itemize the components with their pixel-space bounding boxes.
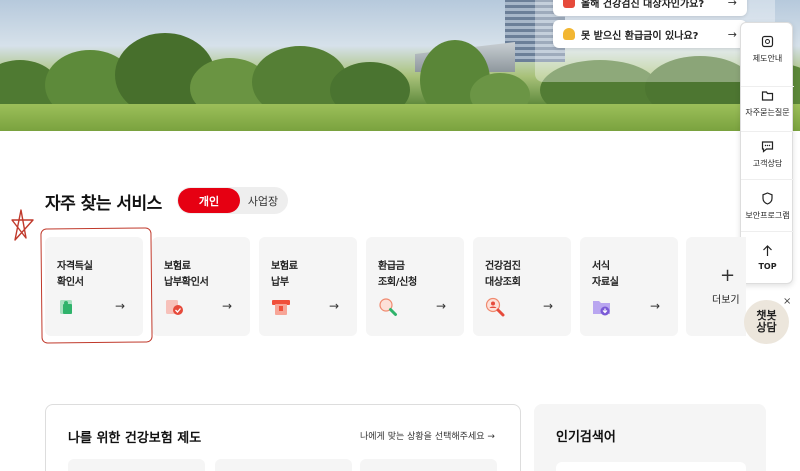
quick-menu: 제도안내 자주묻는질문 고객상담 보안프로그램 TOP	[740, 22, 794, 284]
quick-item-label: 보안프로그램	[745, 211, 790, 220]
arrow-right-icon: →	[436, 299, 447, 313]
service-card-refund[interactable]: 환급금 조회/신청 →	[366, 237, 464, 336]
chat-bubble-icon	[761, 141, 774, 153]
search-refund-icon	[379, 298, 397, 316]
popular-search-panel: 인기검색어	[534, 404, 766, 471]
close-icon[interactable]: ×	[783, 296, 791, 307]
tab-business[interactable]: 사업장	[240, 188, 286, 213]
arrow-right-icon: →	[543, 299, 554, 313]
chatbot-label-line2: 상담	[756, 321, 777, 334]
plus-icon: +	[720, 265, 736, 286]
program-card[interactable]	[360, 459, 497, 471]
card-label-line2: 납부확인서	[164, 277, 209, 288]
quick-item-label: TOP	[758, 262, 777, 271]
lawn	[0, 104, 800, 131]
service-card-premium-payment[interactable]: 보험료 납부 →	[259, 237, 357, 336]
card-label-line1: 건강검진	[485, 261, 521, 272]
info-doc-icon	[761, 35, 774, 48]
quick-item-label: 자주묻는질문	[745, 108, 790, 117]
card-label-line1: 서식	[592, 261, 610, 272]
tab-individual[interactable]: 개인	[178, 188, 240, 213]
quick-item-top[interactable]: TOP	[741, 232, 794, 284]
arrow-right-icon: →	[727, 27, 737, 41]
card-label-line2: 대상조회	[485, 277, 521, 288]
section-title: 자주 찾는 서비스	[45, 194, 162, 214]
popular-search-list[interactable]	[556, 462, 746, 471]
arrow-right-icon: →	[222, 299, 233, 313]
more-label: 더보기	[712, 295, 740, 306]
annotation-highlight-box	[40, 227, 153, 344]
card-label-line1: 보험료	[164, 261, 191, 272]
quick-item-faq[interactable]: 자주묻는질문	[741, 87, 794, 132]
arrow-right-icon: →	[650, 299, 661, 313]
heart-icon	[563, 0, 575, 8]
service-card-premium-certificate[interactable]: 보험료 납부확인서 →	[152, 237, 250, 336]
program-card[interactable]	[68, 459, 205, 471]
arrow-right-icon: →	[329, 299, 340, 313]
service-card-more[interactable]: + 더보기	[686, 237, 746, 336]
folder-download-icon	[593, 301, 610, 316]
service-card-checkup-target[interactable]: 건강검진 대상조회 →	[473, 237, 571, 336]
arrow-right-icon: →	[727, 0, 737, 9]
card-label-line1: 보험료	[271, 261, 298, 272]
audience-toggle: 개인 사업장	[177, 187, 288, 214]
shield-icon	[762, 192, 773, 205]
panel-title: 인기검색어	[556, 430, 616, 445]
quick-item-consult[interactable]: 고객상담	[741, 132, 794, 180]
health-insurance-panel: 나를 위한 건강보험 제도 나에게 맞는 상황을 선택해주세요 →	[45, 404, 521, 471]
folder-question-icon	[761, 91, 774, 101]
quick-item-label: 제도안내	[752, 54, 783, 63]
payment-check-icon	[166, 300, 183, 315]
quick-item-security[interactable]: 보안프로그램	[741, 180, 794, 232]
panel-title: 나를 위한 건강보험 제도	[68, 431, 202, 446]
quick-item-label: 고객상담	[752, 159, 783, 168]
notice-text: 못 받으신 환급금이 있나요?	[581, 30, 699, 42]
service-card-forms[interactable]: 서식 자료실 →	[580, 237, 678, 336]
program-card[interactable]	[215, 459, 352, 471]
card-label-line2: 납부	[271, 277, 289, 288]
arrow-up-icon	[763, 245, 772, 256]
notice-health-checkup[interactable]: 올해 건강검진 대상자인가요? →	[553, 0, 747, 16]
notice-refund[interactable]: 못 받으신 환급금이 있나요? →	[553, 20, 747, 48]
card-label-line2: 조회/신청	[378, 277, 417, 288]
quick-item-guide[interactable]: 제도안내	[741, 35, 794, 87]
person-search-icon	[485, 297, 505, 317]
situation-select-link[interactable]: 나에게 맞는 상황을 선택해주세요 →	[360, 429, 495, 442]
annotation-star-icon	[11, 209, 34, 241]
card-label-line1: 환급금	[378, 261, 405, 272]
payment-icon	[272, 300, 290, 315]
notice-text: 올해 건강검진 대상자인가요?	[581, 0, 705, 10]
card-label-line2: 자료실	[592, 277, 619, 288]
bell-icon	[563, 28, 575, 40]
